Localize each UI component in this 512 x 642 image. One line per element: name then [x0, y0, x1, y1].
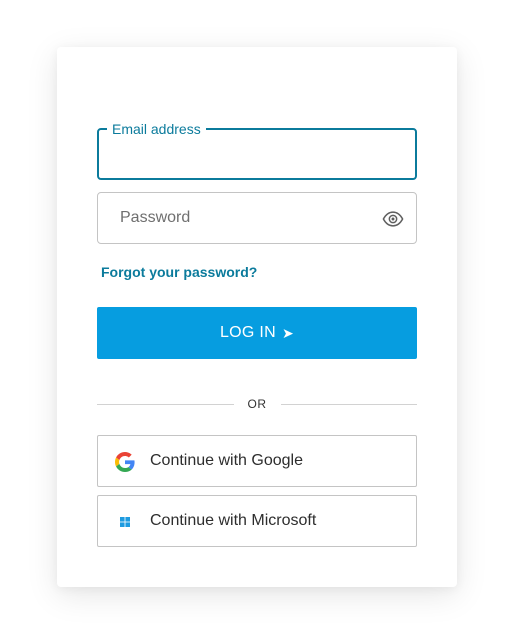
- eye-icon[interactable]: [382, 208, 404, 230]
- google-button-label: Continue with Google: [150, 452, 303, 469]
- login-button[interactable]: LOG IN ➤: [97, 307, 417, 359]
- password-input[interactable]: [98, 193, 416, 243]
- microsoft-button-label: Continue with Microsoft: [150, 512, 317, 529]
- login-button-label: LOG IN: [219, 324, 276, 341]
- continue-with-microsoft-button[interactable]: Continue with Microsoft: [97, 495, 417, 547]
- divider-text: OR: [247, 397, 267, 411]
- forgot-password-link[interactable]: Forgot your password?: [101, 264, 257, 280]
- google-logo-icon: [115, 452, 135, 472]
- email-field-container: Email address: [97, 121, 417, 180]
- arrow-right-icon: ➤: [282, 324, 295, 341]
- or-divider: OR: [97, 395, 417, 413]
- email-input[interactable]: [99, 130, 415, 178]
- divider-line-right: [280, 403, 417, 405]
- password-field-container: [97, 192, 417, 244]
- login-card: Email address Forgot your password? LOG …: [57, 47, 457, 587]
- divider-line-left: [97, 403, 234, 405]
- continue-with-google-button[interactable]: Continue with Google: [97, 435, 417, 487]
- windows-logo-icon: [120, 517, 130, 527]
